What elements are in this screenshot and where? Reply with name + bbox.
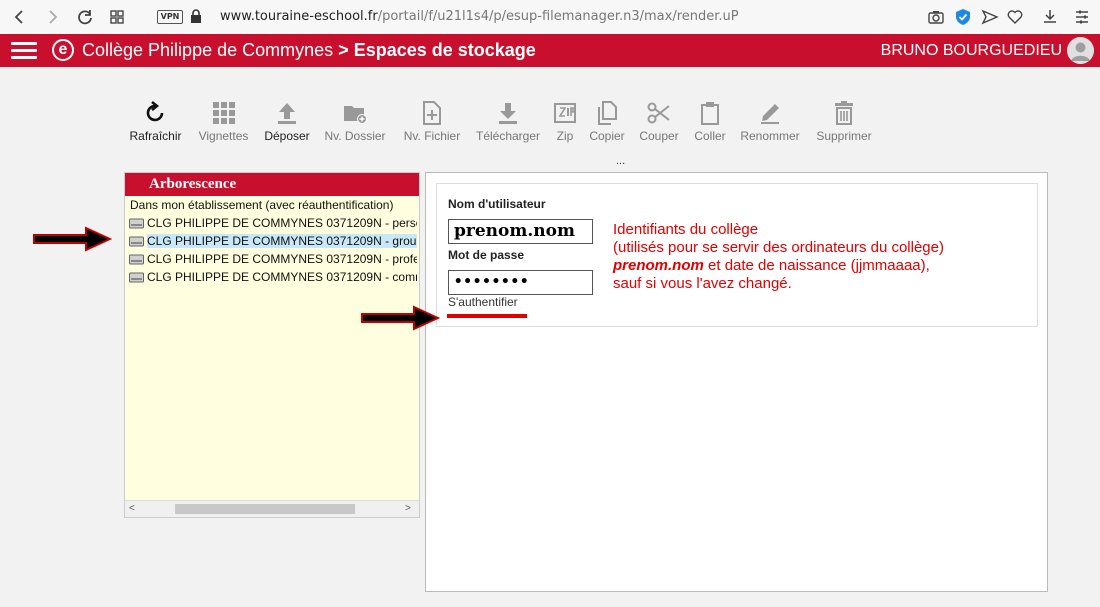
trash-icon [835,101,853,125]
clipboard-icon [701,102,719,125]
scroll-left-button[interactable]: < [129,501,135,517]
new-folder-icon [344,106,367,124]
password-input[interactable]: •••••••• [448,270,593,295]
scissors-icon [647,102,670,124]
tree-title: Arborescence [125,173,419,196]
copy-icon [598,101,617,125]
user-name[interactable]: BRUNO BOURGUEDIEU [881,41,1062,61]
tree-item-group[interactable]: CLG PHILIPPE DE COMMYNES 0371209N - grou… [125,232,417,250]
settings-sliders-icon[interactable] [1073,8,1091,26]
tree-item-comm[interactable]: CLG PHILIPPE DE COMMYNES 0371209N - comm [125,268,417,286]
address-bar[interactable]: www.touraine-eschool.fr/portail/f/u21l1s… [220,9,739,24]
browser-toolbar: VPN www.touraine-eschool.fr/portail/f/u2… [0,0,1100,35]
tree-root[interactable]: Dans mon établissement (avec réauthentif… [125,196,419,214]
new-folder-button[interactable]: Nv. Dossier [324,100,386,143]
zip-icon [554,103,576,123]
section-name: Espaces de stockage [353,40,536,60]
menu-icon[interactable] [11,41,37,61]
annotation-line-4: sauf si vous l'avez changé. [613,275,792,292]
highlight-underline [447,314,527,318]
content-area: Rafraîchir Vignettes Déposer Nv. Dossier… [0,67,1100,607]
new-file-button[interactable]: Nv. Fichier [401,100,463,143]
breadcrumb-separator: > [338,40,349,60]
url-path: /portail/f/u21l1s4/p/esup-filemanager.n3… [377,9,739,24]
download-icon[interactable] [1041,8,1059,26]
refresh-icon [146,100,163,122]
browser-right-icons [927,8,1097,26]
shield-icon[interactable] [954,8,972,26]
tree-panel: Arborescence Dans mon établissement (ave… [124,172,420,518]
horizontal-scrollbar[interactable]: < > [125,500,419,517]
thumbnails-button[interactable]: Vignettes [196,100,251,143]
scrollbar-thumb[interactable] [175,504,355,514]
url-host: www.touraine-eschool.fr [220,9,378,24]
upload-button[interactable]: Déposer [262,100,312,143]
annotation-line-3: prenom.nom et date de naissance (jjmmaaa… [613,257,930,274]
grid-icon [212,102,235,124]
main-panel: Nom d'utilisateur prenom.nom Mot de pass… [425,172,1048,592]
tree-item-perso[interactable]: CLG PHILIPPE DE COMMYNES 0371209N - pers… [125,214,417,232]
password-label: Mot de passe [448,248,525,262]
avatar[interactable] [1067,37,1094,64]
download-icon [499,103,517,124]
drive-icon [129,236,144,247]
scroll-right-button[interactable]: > [405,501,411,517]
copy-button[interactable]: Copier [587,100,627,143]
drive-icon [129,218,144,229]
app-header: e Collège Philippe de Commynes > Espaces… [0,34,1100,67]
arrow-right-icon [361,305,440,331]
vpn-badge[interactable]: VPN [157,10,183,24]
school-name[interactable]: Collège Philippe de Commynes [82,40,333,60]
speed-dial-icon[interactable] [106,6,128,28]
username-input[interactable]: prenom.nom [448,219,593,244]
lock-icon[interactable] [190,9,202,28]
download-button[interactable]: Télécharger [474,100,542,143]
arrow-right-icon [33,226,112,252]
reload-icon[interactable] [74,6,96,28]
camera-icon[interactable] [927,8,945,26]
page-title: Collège Philippe de Commynes > Espaces d… [82,40,536,60]
drive-icon [129,272,144,283]
send-icon[interactable] [981,8,999,26]
eschool-logo-icon[interactable]: e [52,39,74,61]
zip-button[interactable]: Zip [550,100,580,143]
paste-button[interactable]: Coller [690,100,730,143]
tree-item-profe[interactable]: CLG PHILIPPE DE COMMYNES 0371209N - prof… [125,250,417,268]
rename-button[interactable]: Renommer [738,100,802,143]
annotation-text: Identifiants du collège (utilisés pour s… [613,221,944,293]
annotation-line-2: (utilisés pour se servir des ordinateurs… [613,239,944,256]
pencil-icon [761,104,779,124]
annotation-line-1: Identifiants du collège [613,221,759,238]
drive-icon [129,254,144,265]
toolbar-more[interactable]: ... [616,155,625,167]
cut-button[interactable]: Couper [637,100,681,143]
back-icon[interactable] [9,6,31,28]
forward-icon[interactable] [41,6,63,28]
delete-button[interactable]: Supprimer [813,100,875,143]
new-file-icon [423,101,441,125]
username-label: Nom d'utilisateur [448,197,546,211]
heart-icon[interactable] [1006,8,1024,26]
login-form: Nom d'utilisateur prenom.nom Mot de pass… [436,183,1038,327]
authenticate-button[interactable]: S'authentifier [448,295,518,309]
refresh-button[interactable]: Rafraîchir [128,100,183,143]
upload-icon [278,103,296,124]
